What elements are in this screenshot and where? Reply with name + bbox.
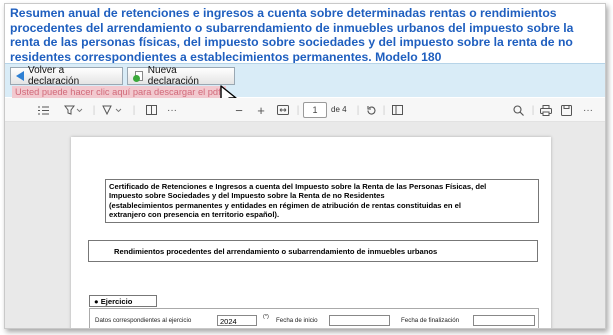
action-bar: Volver a declaración Nueva declaración U… xyxy=(5,63,605,98)
certificate-line: (establecimientos permanentes y entidade… xyxy=(109,200,461,210)
datos-label: Datos correspondientes al ejercicio xyxy=(95,317,192,324)
datos-row: Datos correspondientes al ejercicio 2024… xyxy=(89,308,539,328)
year-field[interactable]: 2024 xyxy=(217,315,257,326)
zoom-in-button[interactable]: + xyxy=(254,103,268,118)
toolbar-divider: | xyxy=(531,104,535,116)
new-declaration-button[interactable]: Nueva declaración xyxy=(127,65,235,87)
settings-more-icon[interactable]: ··· xyxy=(579,103,597,117)
page-title: Resumen anual de retenciones e ingresos … xyxy=(10,6,574,64)
toolbar-divider: | xyxy=(356,104,360,116)
new-document-icon xyxy=(133,70,144,82)
download-pdf-link[interactable]: Usted puede hacer clic aquí para descarg… xyxy=(12,86,227,98)
certificate-line: Impuesto sobre Sociedades y del Impuesto… xyxy=(109,191,385,201)
filter-icon[interactable] xyxy=(63,103,85,117)
end-date-field[interactable] xyxy=(473,315,535,326)
toolbar-divider: | xyxy=(382,104,386,116)
sidebar-toggle-icon[interactable] xyxy=(35,103,51,117)
zoom-out-button[interactable]: − xyxy=(232,103,246,118)
new-button-label: Nueva declaración xyxy=(147,65,199,87)
toolbar-divider: | xyxy=(92,104,96,116)
start-date-field[interactable] xyxy=(329,315,390,326)
certificate-line: extranjero con presencia en territorio e… xyxy=(109,210,280,220)
save-icon[interactable] xyxy=(558,103,574,117)
pdf-page: Certificado de Retenciones e Ingresos a … xyxy=(71,137,551,328)
app-window: Resumen anual de retenciones e ingresos … xyxy=(4,3,606,329)
read-aloud-icon[interactable] xyxy=(143,103,159,117)
pdf-toolbar: | | ··· − + | 1 de 4 | | | ··· xyxy=(5,98,605,122)
search-icon[interactable] xyxy=(510,103,526,117)
ejercicio-label: ● Ejercicio xyxy=(89,295,157,307)
rotate-icon[interactable] xyxy=(363,103,379,117)
draw-icon[interactable] xyxy=(101,103,125,117)
certificate-heading-box: Certificado de Retenciones e Ingresos a … xyxy=(105,179,539,223)
note-mark: (*) xyxy=(263,314,269,320)
print-icon[interactable] xyxy=(538,103,554,117)
start-date-label: Fecha de inicio xyxy=(276,317,318,324)
toolbar-divider: | xyxy=(132,104,136,116)
page-total-label: de 4 xyxy=(331,105,347,114)
page-view-icon[interactable] xyxy=(389,103,405,117)
more-tools-icon[interactable]: ··· xyxy=(163,103,181,117)
back-button-label: Volver a declaración xyxy=(28,65,80,87)
back-to-declaration-button[interactable]: Volver a declaración xyxy=(10,65,123,87)
pdf-viewer[interactable]: Certificado de Retenciones e Ingresos a … xyxy=(5,122,605,328)
back-arrow-icon xyxy=(16,71,24,81)
fit-page-icon[interactable] xyxy=(275,103,291,117)
end-date-label: Fecha de finalización xyxy=(401,317,460,324)
section-heading: Rendimientos procedentes del arrendamien… xyxy=(88,240,538,262)
page-number-input[interactable]: 1 xyxy=(303,102,327,118)
toolbar-divider: | xyxy=(296,104,300,116)
certificate-line: Certificado de Retenciones e Ingresos a … xyxy=(109,182,487,191)
